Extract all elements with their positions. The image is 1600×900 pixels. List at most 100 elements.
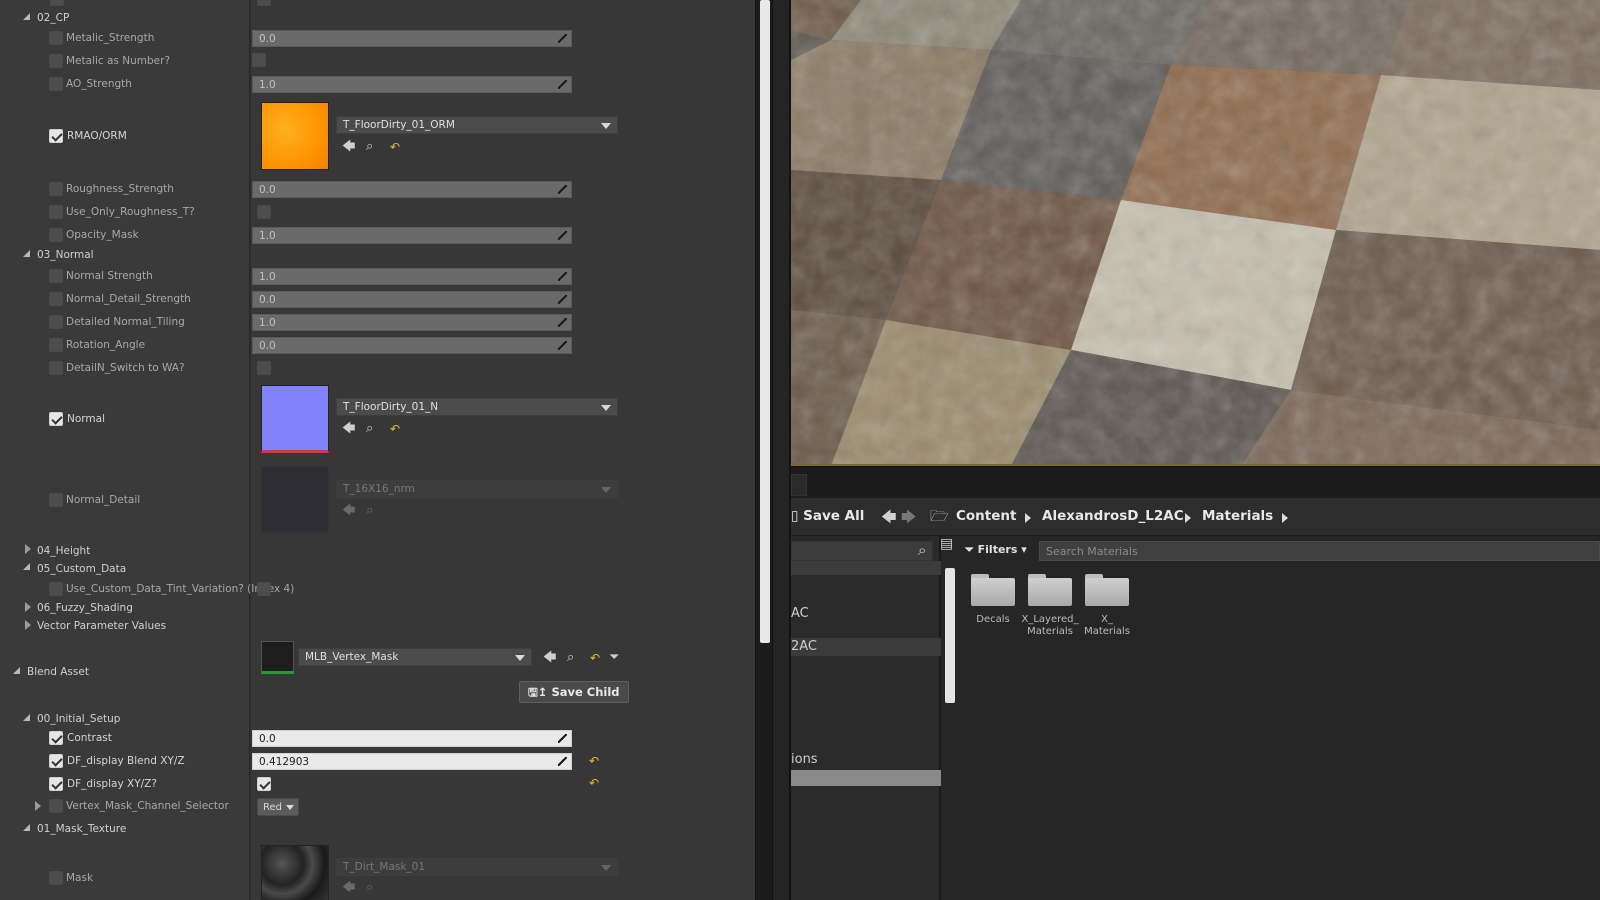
- detailed-normal-tiling-override[interactable]: [49, 315, 63, 329]
- metalic-strength-field[interactable]: 0.0: [252, 30, 572, 47]
- expand-arrows-icon[interactable]: [558, 272, 567, 281]
- normal-strength-field[interactable]: 1.0: [252, 268, 572, 285]
- collapse-arrow-icon[interactable]: [23, 714, 30, 721]
- group-00-initial-setup[interactable]: 00_Initial_Setup: [37, 713, 120, 725]
- ao-strength-field[interactable]: 1.0: [252, 76, 572, 93]
- expand-arrows-icon[interactable]: [558, 318, 567, 327]
- contrast-override[interactable]: [49, 731, 63, 745]
- breadcrumb-separator-icon[interactable]: [1025, 513, 1031, 523]
- reset-icon[interactable]: ↶: [589, 754, 599, 768]
- filters-button[interactable]: ⏷ Filters ▾: [965, 543, 1027, 557]
- vertex-mask-channel-combo[interactable]: Red: [257, 798, 299, 816]
- browse-search-icon[interactable]: ⌕: [366, 504, 373, 518]
- ao-strength-override[interactable]: [49, 77, 63, 91]
- df-xyz-checkbox[interactable]: [257, 777, 271, 791]
- group-02-cp[interactable]: 02_CP: [37, 12, 69, 24]
- group-03-normal[interactable]: 03_Normal: [37, 249, 94, 261]
- roughness-strength-override[interactable]: [49, 182, 63, 196]
- use-selected-arrow-icon[interactable]: 🡄: [342, 140, 355, 154]
- expand-arrow-icon[interactable]: [25, 620, 31, 630]
- details-scrollbar-thumb[interactable]: [760, 0, 770, 643]
- metalic-number-checkbox[interactable]: [252, 53, 266, 67]
- reset-icon[interactable]: ↶: [589, 776, 599, 790]
- group-vector-parameter-values[interactable]: Vector Parameter Values: [37, 620, 166, 632]
- use-custom-tint-override[interactable]: [49, 582, 63, 596]
- expand-arrow-icon[interactable]: [25, 602, 31, 612]
- roughness-strength-field[interactable]: 0.0: [252, 181, 572, 198]
- reset-icon[interactable]: ↶: [390, 140, 400, 154]
- normal-detail-thumbnail[interactable]: [261, 466, 329, 534]
- df-blend-override[interactable]: [49, 754, 63, 768]
- rmao-override[interactable]: [49, 129, 63, 143]
- mask-texture-thumbnail[interactable]: [261, 845, 329, 900]
- group-01-mask-texture[interactable]: 01_Mask_Texture: [37, 823, 126, 835]
- folder-decals[interactable]: Decals: [964, 574, 1022, 626]
- browse-search-icon[interactable]: ⌕: [366, 881, 373, 895]
- group-blend-asset[interactable]: Blend Asset: [27, 666, 89, 678]
- folder-x-materials[interactable]: X_ Materials: [1078, 574, 1136, 638]
- collapse-arrow-icon[interactable]: [23, 824, 30, 831]
- detailn-switch-override[interactable]: [49, 361, 63, 375]
- use-selected-arrow-icon[interactable]: 🡄: [543, 651, 556, 665]
- collapse-arrow-icon[interactable]: [23, 563, 30, 570]
- orm-texture-thumbnail[interactable]: [261, 102, 329, 170]
- df-xyz-override[interactable]: [49, 777, 63, 791]
- detailed-normal-tiling-field[interactable]: 1.0: [252, 314, 572, 331]
- expand-arrows-icon[interactable]: [558, 295, 567, 304]
- tree-item-ac[interactable]: AC: [791, 606, 809, 621]
- panel-splitter[interactable]: [772, 0, 790, 900]
- collapse-arrow-icon[interactable]: [13, 667, 20, 674]
- rotation-angle-override[interactable]: [49, 338, 63, 352]
- expand-arrows-icon[interactable]: [558, 341, 567, 350]
- use-only-roughness-override[interactable]: [49, 205, 63, 219]
- search-icon[interactable]: ⌕: [918, 543, 926, 558]
- reset-icon[interactable]: ↶: [390, 422, 400, 436]
- breadcrumb-separator-icon[interactable]: [1185, 513, 1191, 523]
- tree-item-2ac[interactable]: 2AC: [791, 639, 817, 654]
- use-selected-arrow-icon[interactable]: 🡄: [342, 881, 355, 895]
- material-preview-viewport[interactable]: [791, 0, 1600, 466]
- expand-arrows-icon[interactable]: [558, 231, 567, 240]
- forward-arrow-icon[interactable]: 🡆: [901, 507, 917, 532]
- back-arrow-icon[interactable]: 🡄: [881, 507, 897, 532]
- mask-texture-combo[interactable]: T_Dirt_Mask_01: [336, 858, 618, 876]
- expand-arrows-icon[interactable]: [558, 734, 567, 743]
- opacity-mask-override[interactable]: [49, 228, 63, 242]
- tree-item-ions[interactable]: ions: [791, 752, 818, 767]
- expand-arrows-icon[interactable]: [558, 34, 567, 43]
- content-browser-tab[interactable]: [791, 474, 807, 496]
- metalic-strength-override[interactable]: [49, 31, 63, 45]
- breadcrumb-separator-icon[interactable]: [1282, 513, 1288, 523]
- normal-detail-strength-override[interactable]: [49, 292, 63, 306]
- browse-search-icon[interactable]: ⌕: [366, 140, 373, 154]
- rotation-angle-field[interactable]: 0.0: [252, 337, 572, 354]
- breadcrumb-materials[interactable]: Materials: [1202, 508, 1273, 524]
- metalic-number-override[interactable]: [49, 54, 63, 68]
- group-05-custom-data[interactable]: 05_Custom_Data: [37, 563, 126, 575]
- folder-search-input[interactable]: [791, 541, 933, 561]
- opacity-mask-field[interactable]: 1.0: [252, 227, 572, 244]
- breadcrumb-content[interactable]: Content: [956, 508, 1016, 524]
- save-child-button[interactable]: 🖫↥ Save Child: [519, 681, 629, 703]
- use-selected-arrow-icon[interactable]: 🡄: [342, 504, 355, 518]
- normal-override[interactable]: [49, 412, 63, 426]
- folder-open-icon[interactable]: 🗁: [930, 506, 949, 531]
- reset-icon[interactable]: ↶: [590, 651, 600, 665]
- normal-strength-override[interactable]: [49, 269, 63, 283]
- mask-override[interactable]: [49, 871, 63, 885]
- df-blend-field[interactable]: 0.412903: [252, 753, 572, 770]
- detailn-switch-checkbox[interactable]: [257, 361, 271, 375]
- orm-texture-combo[interactable]: T_FloorDirty_01_ORM: [336, 116, 618, 134]
- breadcrumb-alexandrosd-l2ac[interactable]: AlexandrosD_L2AC: [1042, 508, 1184, 524]
- search-materials-input[interactable]: Search Materials: [1039, 541, 1600, 561]
- filter-icon[interactable]: ⏷: [609, 651, 619, 665]
- partial-row-value-checkbox[interactable]: [257, 0, 271, 6]
- normal-texture-combo[interactable]: T_FloorDirty_01_N: [336, 398, 618, 416]
- folder-x-layered-materials[interactable]: X_Layered_ Materials: [1021, 574, 1079, 638]
- collapse-arrow-icon[interactable]: [23, 13, 30, 20]
- collapse-arrow-icon[interactable]: [23, 250, 30, 257]
- expand-arrow-icon[interactable]: [25, 544, 31, 554]
- expand-arrows-icon[interactable]: [558, 185, 567, 194]
- use-custom-tint-checkbox[interactable]: [257, 582, 271, 596]
- normal-detail-combo[interactable]: T_16X16_nrm: [336, 480, 618, 498]
